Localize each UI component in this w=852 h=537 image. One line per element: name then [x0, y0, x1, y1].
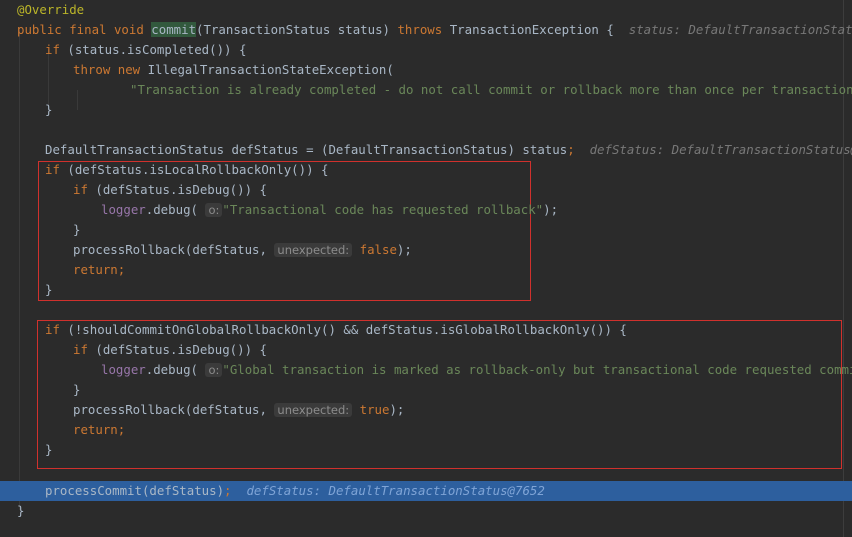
code-token: (!shouldCommitOnGlobalRollbackOnly() && …	[59, 322, 627, 337]
code-line-3: if (status.isCompleted()) {	[45, 40, 852, 60]
parameter-hint: o:	[205, 363, 223, 377]
code-line-14: return;	[73, 260, 852, 280]
code-token: logger	[101, 362, 146, 377]
code-token: IllegalTransactionStateException(	[140, 62, 394, 77]
debug-value-hint: defStatus: DefaultTransactionStatus@7652	[589, 142, 852, 157]
code-token: ;	[567, 142, 575, 157]
code-token: );	[543, 202, 559, 217]
code-token: (defStatus.isDebug()) {	[87, 182, 267, 197]
code-line-22: return;	[73, 420, 852, 440]
code-token: false	[359, 242, 397, 257]
method-name[interactable]: commit	[151, 22, 197, 37]
code-token: if	[45, 162, 60, 177]
code-token: true	[359, 402, 390, 417]
code-token: if	[73, 182, 88, 197]
indent-guide	[19, 30, 20, 510]
code-token: @Override	[17, 2, 85, 17]
code-line-17: if (!shouldCommitOnGlobalRollbackOnly() …	[45, 320, 852, 340]
parameter-hint: unexpected:	[274, 403, 353, 417]
code-token: }	[73, 382, 81, 397]
code-token: "Global transaction is marked as rollbac…	[222, 362, 852, 377]
code-token: TransactionException {	[442, 22, 614, 37]
code-token: }	[45, 102, 53, 117]
code-token: }	[17, 503, 25, 518]
code-token: "Transactional code has requested rollba…	[222, 202, 544, 217]
code-token: return;	[73, 262, 126, 277]
code-line-2: public final void commit(TransactionStat…	[17, 20, 852, 40]
code-token: logger	[101, 202, 146, 217]
code-line-18: if (defStatus.isDebug()) {	[73, 340, 852, 360]
code-token: if	[45, 42, 60, 57]
code-line-9: if (defStatus.isLocalRollbackOnly()) {	[45, 160, 852, 180]
code-line-11: logger.debug( o: "Transactional code has …	[101, 200, 852, 220]
code-line-13: processRollback(defStatus, unexpected: f…	[73, 240, 852, 260]
code-token: public final void	[17, 22, 152, 37]
code-token: if	[45, 322, 60, 337]
code-token: (TransactionStatus status)	[196, 22, 398, 37]
code-token: .debug(	[145, 362, 198, 377]
code-line-19: logger.debug( o: "Global transaction is m…	[101, 360, 852, 380]
parameter-hint: o:	[205, 203, 223, 217]
code-line-last: }	[17, 501, 852, 521]
code-line-8: DefaultTransactionStatus defStatus = (De…	[45, 140, 852, 160]
code-token: (status.isCompleted()) {	[59, 42, 247, 57]
code-token: return;	[73, 422, 126, 437]
code-line-21: processRollback(defStatus, unexpected: t…	[73, 400, 852, 420]
code-token: "Transaction is already completed - do n…	[130, 82, 852, 97]
execution-point-line[interactable]: processCommit(defStatus); defStatus: Def…	[0, 481, 852, 501]
code-token: ;	[224, 483, 232, 498]
code-token: throws	[397, 22, 443, 37]
code-line-5: "Transaction is already completed - do n…	[130, 80, 852, 100]
code-token: }	[45, 282, 53, 297]
code-token: if	[73, 342, 88, 357]
code-token: .debug(	[145, 202, 198, 217]
code-line-12: }	[73, 220, 852, 240]
code-line-6: }	[45, 100, 852, 120]
debug-value-hint: defStatus: DefaultTransactionStatus@7652	[246, 483, 545, 498]
code-line-15: }	[45, 280, 852, 300]
code-token: );	[396, 242, 412, 257]
code-line-4: throw new IllegalTransactionStateExcepti…	[73, 60, 852, 80]
code-token: }	[73, 222, 81, 237]
code-line-10: if (defStatus.isDebug()) {	[73, 180, 852, 200]
code-line-23: }	[45, 440, 852, 460]
code-token: throw new	[73, 62, 141, 77]
code-line-20: }	[73, 380, 852, 400]
code-token: processCommit(defStatus)	[45, 483, 225, 498]
debug-value-hint: status: DefaultTransactionStatus@7652	[628, 22, 852, 37]
code-token: DefaultTransactionStatus defStatus = (De…	[45, 142, 568, 157]
code-token: );	[389, 402, 405, 417]
code-token: processRollback(defStatus,	[73, 242, 275, 257]
parameter-hint: unexpected:	[274, 243, 353, 257]
code-token: (defStatus.isLocalRollbackOnly()) {	[59, 162, 329, 177]
code-token: }	[45, 442, 53, 457]
code-token: processRollback(defStatus,	[73, 402, 275, 417]
code-line-1: @Override	[17, 0, 852, 20]
code-token: (defStatus.isDebug()) {	[87, 342, 267, 357]
